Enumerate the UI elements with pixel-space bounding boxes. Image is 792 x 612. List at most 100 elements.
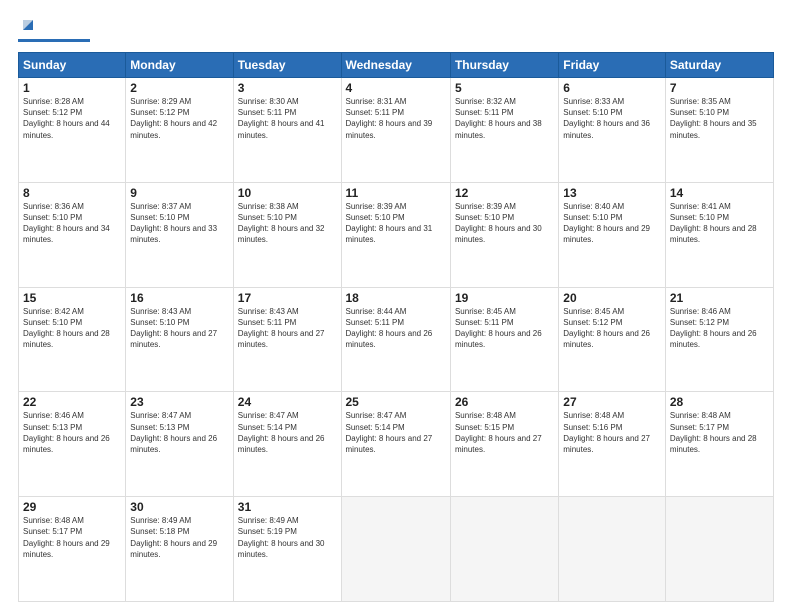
day-number: 20 <box>563 291 661 305</box>
col-thursday: Thursday <box>450 53 558 78</box>
col-tuesday: Tuesday <box>233 53 341 78</box>
day-info: Sunrise: 8:31 AMSunset: 5:11 PMDaylight:… <box>346 97 433 140</box>
day-cell: 19 Sunrise: 8:45 AMSunset: 5:11 PMDaylig… <box>450 287 558 392</box>
header <box>18 18 774 42</box>
day-info: Sunrise: 8:29 AMSunset: 5:12 PMDaylight:… <box>130 97 217 140</box>
day-number: 23 <box>130 395 228 409</box>
day-number: 14 <box>670 186 769 200</box>
day-cell: 3 Sunrise: 8:30 AMSunset: 5:11 PMDayligh… <box>233 78 341 183</box>
header-row: Sunday Monday Tuesday Wednesday Thursday… <box>19 53 774 78</box>
day-number: 8 <box>23 186 121 200</box>
week-row-1: 1 Sunrise: 8:28 AMSunset: 5:12 PMDayligh… <box>19 78 774 183</box>
day-info: Sunrise: 8:37 AMSunset: 5:10 PMDaylight:… <box>130 202 217 245</box>
day-number: 29 <box>23 500 121 514</box>
day-cell: 20 Sunrise: 8:45 AMSunset: 5:12 PMDaylig… <box>559 287 666 392</box>
day-cell: 1 Sunrise: 8:28 AMSunset: 5:12 PMDayligh… <box>19 78 126 183</box>
day-cell: 31 Sunrise: 8:49 AMSunset: 5:19 PMDaylig… <box>233 497 341 602</box>
day-cell: 5 Sunrise: 8:32 AMSunset: 5:11 PMDayligh… <box>450 78 558 183</box>
day-cell: 14 Sunrise: 8:41 AMSunset: 5:10 PMDaylig… <box>665 182 773 287</box>
day-info: Sunrise: 8:35 AMSunset: 5:10 PMDaylight:… <box>670 97 757 140</box>
day-number: 7 <box>670 81 769 95</box>
day-info: Sunrise: 8:41 AMSunset: 5:10 PMDaylight:… <box>670 202 757 245</box>
day-number: 9 <box>130 186 228 200</box>
col-saturday: Saturday <box>665 53 773 78</box>
day-number: 26 <box>455 395 554 409</box>
day-info: Sunrise: 8:43 AMSunset: 5:10 PMDaylight:… <box>130 307 217 350</box>
day-info: Sunrise: 8:49 AMSunset: 5:18 PMDaylight:… <box>130 516 217 559</box>
day-info: Sunrise: 8:39 AMSunset: 5:10 PMDaylight:… <box>455 202 542 245</box>
day-number: 10 <box>238 186 337 200</box>
day-cell: 17 Sunrise: 8:43 AMSunset: 5:11 PMDaylig… <box>233 287 341 392</box>
day-info: Sunrise: 8:47 AMSunset: 5:13 PMDaylight:… <box>130 411 217 454</box>
day-number: 11 <box>346 186 446 200</box>
day-number: 18 <box>346 291 446 305</box>
day-info: Sunrise: 8:46 AMSunset: 5:12 PMDaylight:… <box>670 307 757 350</box>
day-info: Sunrise: 8:47 AMSunset: 5:14 PMDaylight:… <box>238 411 325 454</box>
day-info: Sunrise: 8:44 AMSunset: 5:11 PMDaylight:… <box>346 307 433 350</box>
day-cell: 9 Sunrise: 8:37 AMSunset: 5:10 PMDayligh… <box>126 182 233 287</box>
col-friday: Friday <box>559 53 666 78</box>
day-number: 22 <box>23 395 121 409</box>
day-number: 25 <box>346 395 446 409</box>
day-info: Sunrise: 8:40 AMSunset: 5:10 PMDaylight:… <box>563 202 650 245</box>
day-cell: 7 Sunrise: 8:35 AMSunset: 5:10 PMDayligh… <box>665 78 773 183</box>
day-number: 17 <box>238 291 337 305</box>
day-info: Sunrise: 8:42 AMSunset: 5:10 PMDaylight:… <box>23 307 110 350</box>
day-cell: 16 Sunrise: 8:43 AMSunset: 5:10 PMDaylig… <box>126 287 233 392</box>
day-cell: 11 Sunrise: 8:39 AMSunset: 5:10 PMDaylig… <box>341 182 450 287</box>
day-number: 1 <box>23 81 121 95</box>
day-cell: 6 Sunrise: 8:33 AMSunset: 5:10 PMDayligh… <box>559 78 666 183</box>
day-cell: 23 Sunrise: 8:47 AMSunset: 5:13 PMDaylig… <box>126 392 233 497</box>
day-cell: 29 Sunrise: 8:48 AMSunset: 5:17 PMDaylig… <box>19 497 126 602</box>
day-info: Sunrise: 8:36 AMSunset: 5:10 PMDaylight:… <box>23 202 110 245</box>
week-row-2: 8 Sunrise: 8:36 AMSunset: 5:10 PMDayligh… <box>19 182 774 287</box>
day-number: 13 <box>563 186 661 200</box>
day-info: Sunrise: 8:45 AMSunset: 5:11 PMDaylight:… <box>455 307 542 350</box>
day-info: Sunrise: 8:48 AMSunset: 5:15 PMDaylight:… <box>455 411 542 454</box>
day-info: Sunrise: 8:47 AMSunset: 5:14 PMDaylight:… <box>346 411 433 454</box>
day-info: Sunrise: 8:48 AMSunset: 5:17 PMDaylight:… <box>23 516 110 559</box>
day-cell: 30 Sunrise: 8:49 AMSunset: 5:18 PMDaylig… <box>126 497 233 602</box>
day-cell: 12 Sunrise: 8:39 AMSunset: 5:10 PMDaylig… <box>450 182 558 287</box>
logo-triangle-icon <box>21 18 35 37</box>
col-monday: Monday <box>126 53 233 78</box>
day-info: Sunrise: 8:43 AMSunset: 5:11 PMDaylight:… <box>238 307 325 350</box>
day-cell: 28 Sunrise: 8:48 AMSunset: 5:17 PMDaylig… <box>665 392 773 497</box>
week-row-5: 29 Sunrise: 8:48 AMSunset: 5:17 PMDaylig… <box>19 497 774 602</box>
day-number: 31 <box>238 500 337 514</box>
day-info: Sunrise: 8:38 AMSunset: 5:10 PMDaylight:… <box>238 202 325 245</box>
logo <box>18 18 90 42</box>
logo-underline <box>18 39 90 42</box>
col-sunday: Sunday <box>19 53 126 78</box>
day-info: Sunrise: 8:32 AMSunset: 5:11 PMDaylight:… <box>455 97 542 140</box>
day-cell: 2 Sunrise: 8:29 AMSunset: 5:12 PMDayligh… <box>126 78 233 183</box>
day-number: 27 <box>563 395 661 409</box>
day-number: 24 <box>238 395 337 409</box>
week-row-3: 15 Sunrise: 8:42 AMSunset: 5:10 PMDaylig… <box>19 287 774 392</box>
day-number: 2 <box>130 81 228 95</box>
day-info: Sunrise: 8:46 AMSunset: 5:13 PMDaylight:… <box>23 411 110 454</box>
day-cell: 4 Sunrise: 8:31 AMSunset: 5:11 PMDayligh… <box>341 78 450 183</box>
day-cell: 18 Sunrise: 8:44 AMSunset: 5:11 PMDaylig… <box>341 287 450 392</box>
day-cell <box>341 497 450 602</box>
day-number: 21 <box>670 291 769 305</box>
day-cell <box>665 497 773 602</box>
week-row-4: 22 Sunrise: 8:46 AMSunset: 5:13 PMDaylig… <box>19 392 774 497</box>
day-cell: 24 Sunrise: 8:47 AMSunset: 5:14 PMDaylig… <box>233 392 341 497</box>
day-cell: 25 Sunrise: 8:47 AMSunset: 5:14 PMDaylig… <box>341 392 450 497</box>
day-info: Sunrise: 8:48 AMSunset: 5:16 PMDaylight:… <box>563 411 650 454</box>
col-wednesday: Wednesday <box>341 53 450 78</box>
day-info: Sunrise: 8:33 AMSunset: 5:10 PMDaylight:… <box>563 97 650 140</box>
day-cell: 27 Sunrise: 8:48 AMSunset: 5:16 PMDaylig… <box>559 392 666 497</box>
day-cell: 15 Sunrise: 8:42 AMSunset: 5:10 PMDaylig… <box>19 287 126 392</box>
day-info: Sunrise: 8:30 AMSunset: 5:11 PMDaylight:… <box>238 97 325 140</box>
day-number: 30 <box>130 500 228 514</box>
calendar-table: Sunday Monday Tuesday Wednesday Thursday… <box>18 52 774 602</box>
day-number: 28 <box>670 395 769 409</box>
calendar-page: Sunday Monday Tuesday Wednesday Thursday… <box>0 0 792 612</box>
day-info: Sunrise: 8:39 AMSunset: 5:10 PMDaylight:… <box>346 202 433 245</box>
day-cell <box>559 497 666 602</box>
day-cell: 8 Sunrise: 8:36 AMSunset: 5:10 PMDayligh… <box>19 182 126 287</box>
day-cell <box>450 497 558 602</box>
day-info: Sunrise: 8:48 AMSunset: 5:17 PMDaylight:… <box>670 411 757 454</box>
